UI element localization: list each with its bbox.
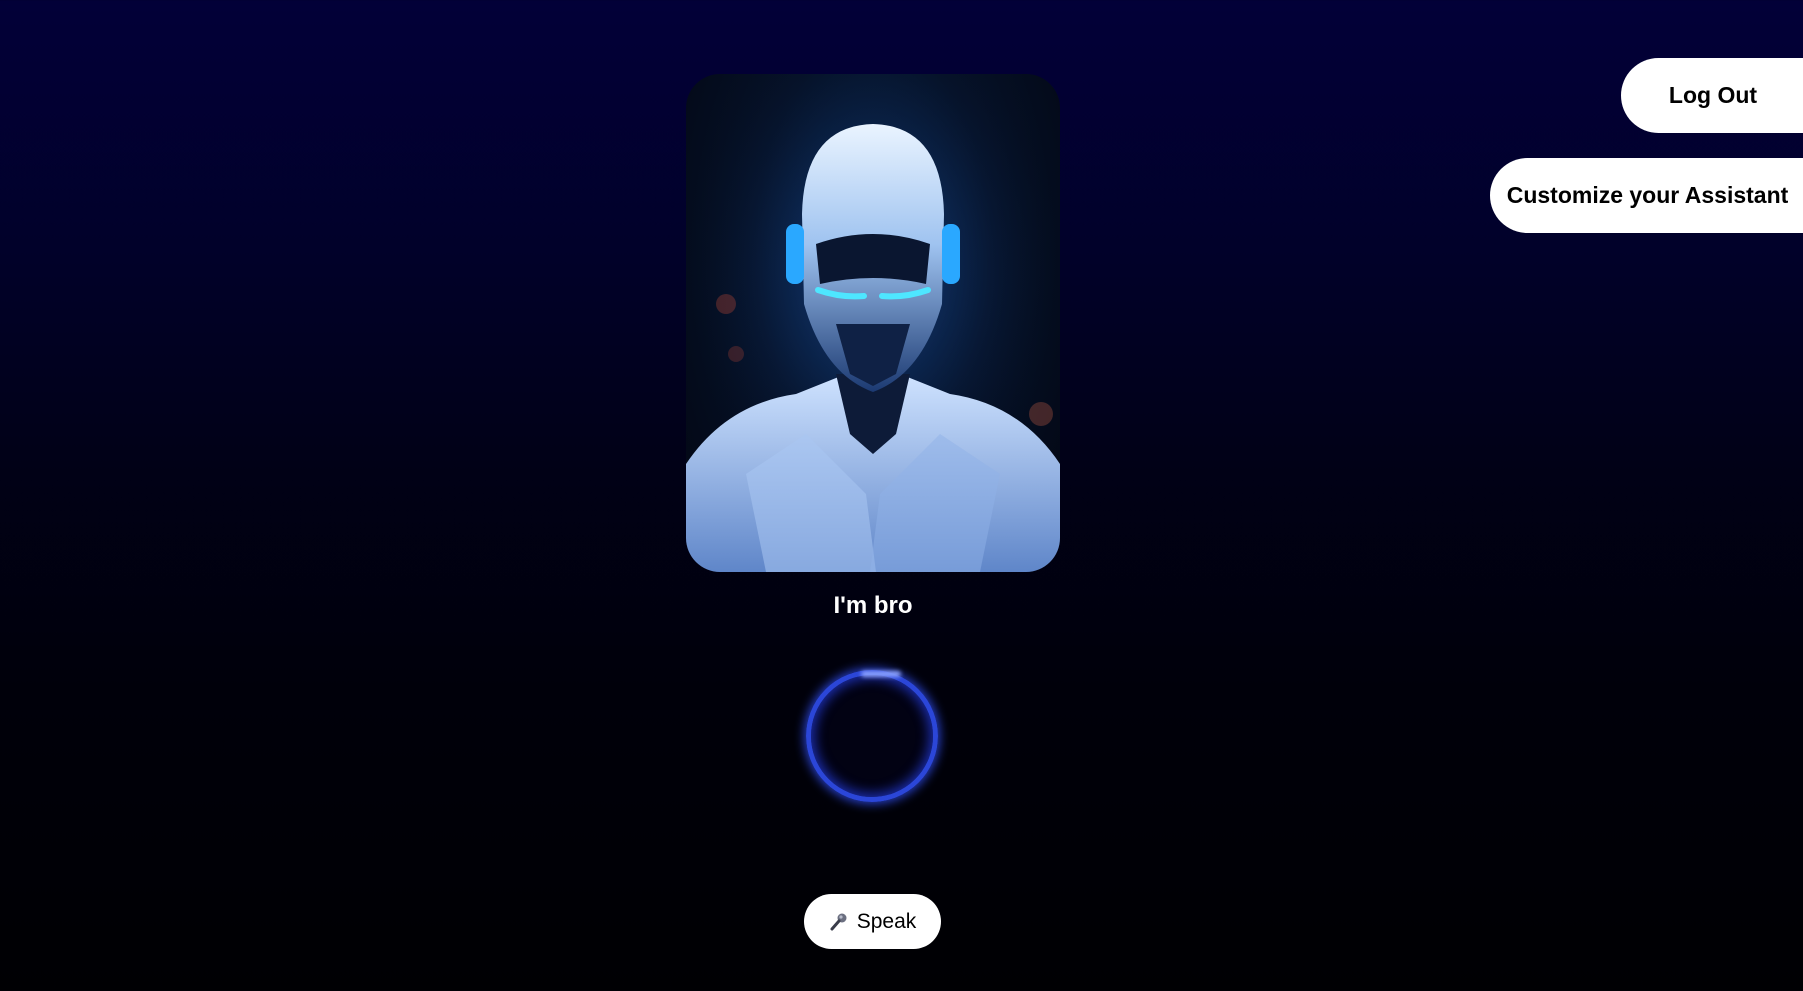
orb-highlight: [861, 671, 901, 677]
speak-button[interactable]: Speak: [804, 894, 941, 949]
microphone-icon: [829, 912, 849, 932]
customize-assistant-button[interactable]: Customize your Assistant: [1490, 158, 1803, 233]
logout-button[interactable]: Log Out: [1621, 58, 1803, 133]
voice-orb-ring: [806, 670, 938, 802]
assistant-name: I'm bro: [833, 592, 913, 619]
robot-avatar-image: [686, 74, 1060, 572]
assistant-avatar: [686, 74, 1060, 572]
speak-label: Speak: [856, 909, 917, 933]
